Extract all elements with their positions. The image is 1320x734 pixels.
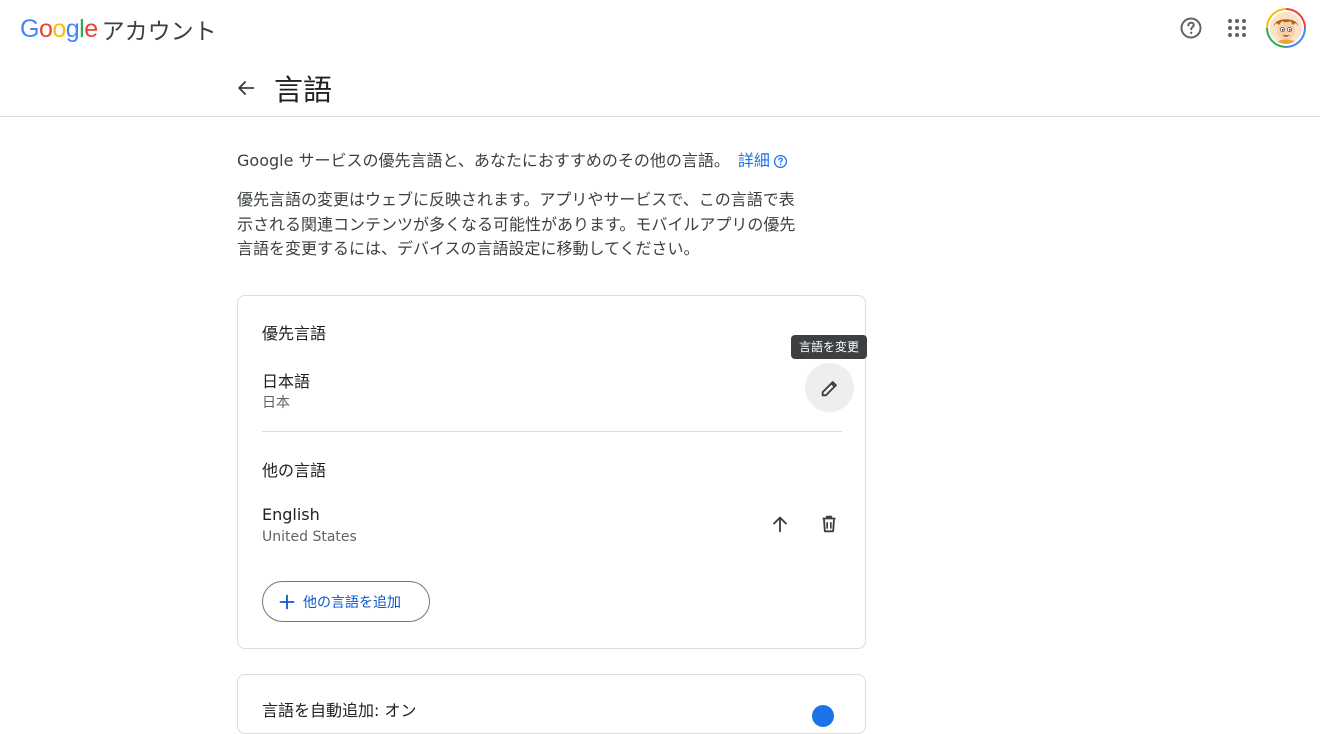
intro-text: Google サービスの優先言語と、あなたにおすすめのその他の言語。	[237, 151, 730, 170]
apps-button[interactable]	[1219, 10, 1255, 46]
preferred-language-name: 日本語	[262, 372, 311, 391]
learn-more-label: 詳細	[737, 151, 770, 170]
section-divider	[262, 431, 842, 432]
apps-grid-icon	[1228, 19, 1246, 37]
other-section-title: 他の言語	[262, 461, 327, 480]
header-divider	[0, 116, 1320, 117]
preferred-section-title: 優先言語	[262, 324, 327, 343]
top-bar: Google アカウント	[0, 0, 1320, 58]
avatar-image	[1270, 12, 1302, 44]
help-button[interactable]	[1173, 10, 1209, 46]
page-header: 言語	[232, 64, 332, 112]
description-paragraph: 優先言語の変更はウェブに反映されます。アプリやサービスで、この言語で表示される関…	[237, 190, 796, 258]
page-title: 言語	[274, 73, 333, 107]
trash-icon	[822, 515, 836, 533]
preferred-language-region: 日本	[262, 395, 290, 411]
languages-card: 優先言語 日本語 日本 言語を変更 他の言語 English United St…	[237, 295, 868, 649]
other-language-region: United States	[262, 529, 357, 545]
help-circle-icon	[1180, 17, 1202, 39]
google-account-logo[interactable]: Google アカウント	[20, 12, 217, 46]
back-button[interactable]	[232, 74, 260, 102]
intro-line: Google サービスの優先言語と、あなたにおすすめのその他の言語。 詳細	[237, 150, 837, 172]
pencil-icon	[821, 380, 837, 396]
other-language-name: English	[262, 505, 320, 524]
product-name: アカウント	[101, 19, 217, 45]
move-up-button[interactable]	[760, 504, 800, 544]
delete-language-button[interactable]	[809, 504, 849, 544]
edit-tooltip: 言語を変更	[791, 335, 868, 359]
edit-language-button[interactable]	[805, 363, 854, 412]
arrow-up-icon	[773, 516, 787, 533]
auto-add-toggle[interactable]	[812, 705, 834, 727]
arrow-back-icon	[238, 81, 255, 95]
auto-add-title: 言語を自動追加: オン	[262, 701, 417, 720]
auto-add-card: 言語を自動追加: オン	[237, 674, 866, 734]
learn-more-link[interactable]: 詳細	[738, 150, 788, 172]
add-language-button[interactable]: 他の言語を追加	[262, 581, 430, 622]
google-logo: Google	[20, 14, 98, 43]
account-avatar[interactable]	[1266, 8, 1306, 48]
add-language-label: 他の言語を追加	[303, 594, 401, 611]
plus-icon	[279, 594, 295, 609]
help-small-icon	[773, 154, 788, 169]
